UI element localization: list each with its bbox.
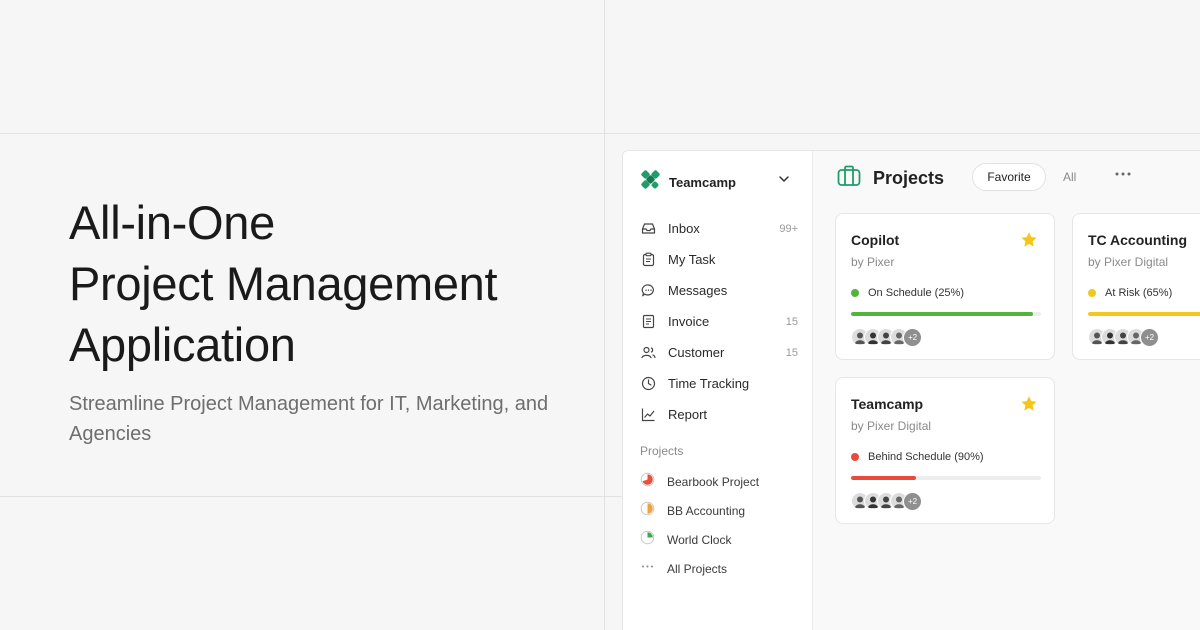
progress-fill	[851, 476, 916, 480]
briefcase-icon	[837, 165, 861, 192]
sidebar-item-label: Inbox	[668, 221, 700, 236]
sidebar-item-label: Time Tracking	[668, 376, 750, 391]
hero-subtitle: Streamline Project Management for IT, Ma…	[69, 393, 549, 445]
star-icon[interactable]	[1020, 231, 1038, 254]
sidebar-project-bearbook[interactable]: Bearbook Project	[640, 467, 800, 496]
projects-main: Projects Favorite All Copilot by Pixer O…	[813, 151, 1200, 630]
inbox-icon	[640, 221, 656, 237]
progress-fill	[851, 312, 1034, 316]
project-card-copilot[interactable]: Copilot by Pixer On Schedule (25%) +2	[835, 213, 1055, 360]
member-avatars[interactable]: +2	[1088, 328, 1159, 347]
projects-section-label: Projects	[640, 444, 684, 458]
project-label: BB Accounting	[667, 503, 746, 518]
app-window: Teamcamp Inbox 99+ My Task Messages Invo…	[622, 150, 1200, 630]
hero-title-line: Project Management	[69, 257, 498, 310]
projects-header: Projects	[837, 165, 944, 192]
tab-favorite[interactable]: Favorite	[972, 163, 1046, 191]
project-list: Bearbook Project BB Accounting World Clo…	[640, 467, 800, 583]
project-label: World Clock	[667, 532, 732, 547]
hero-title: All-in-One Project Management Applicatio…	[69, 192, 589, 375]
sidebar-item-label: Messages	[668, 283, 728, 298]
sidebar-item-customer[interactable]: Customer 15	[640, 337, 800, 368]
sidebar-item-label: My Task	[668, 252, 716, 267]
status-text: At Risk (65%)	[1105, 287, 1173, 299]
project-card-owner: by Pixer Digital	[851, 419, 932, 433]
sidebar: Teamcamp Inbox 99+ My Task Messages Invo…	[623, 151, 813, 630]
project-card-title: TC Accounting	[1088, 232, 1188, 248]
sidebar-item-inbox[interactable]: Inbox 99+	[640, 213, 800, 244]
sidebar-project-bb-accounting[interactable]: BB Accounting	[640, 496, 800, 525]
project-card-title: Copilot	[851, 232, 900, 248]
divider-vertical	[604, 0, 605, 630]
teamcamp-logo-icon	[640, 169, 661, 195]
workspace-name: Teamcamp	[669, 174, 736, 190]
more-members-badge: +2	[903, 328, 922, 347]
hero-title-line: All-in-One	[69, 196, 275, 249]
sidebar-nav: Inbox 99+ My Task Messages Invoice 15 Cu…	[640, 213, 800, 430]
progress-ring-icon	[640, 472, 655, 492]
sidebar-item-invoice[interactable]: Invoice 15	[640, 306, 800, 337]
clipboard-icon	[640, 252, 656, 268]
project-status: At Risk (65%)	[1088, 287, 1172, 299]
progress-ring-icon	[640, 530, 655, 550]
sidebar-item-messages[interactable]: Messages	[640, 275, 800, 306]
project-label: All Projects	[667, 561, 728, 576]
progress-bar	[1088, 312, 1200, 316]
status-dot	[851, 289, 859, 297]
sidebar-item-label: Report	[668, 407, 708, 422]
sidebar-item-report[interactable]: Report	[640, 399, 800, 430]
clock-icon	[640, 376, 656, 392]
member-avatars[interactable]: +2	[851, 328, 922, 347]
customer-count: 15	[785, 346, 798, 359]
progress-fill	[1088, 312, 1200, 316]
chevron-down-icon[interactable]	[777, 172, 791, 191]
more-members-badge: +2	[903, 492, 922, 511]
project-card-title: Teamcamp	[851, 396, 924, 412]
inbox-count: 99+	[779, 222, 798, 235]
project-card-teamcamp[interactable]: Teamcamp by Pixer Digital Behind Schedul…	[835, 377, 1055, 524]
project-status: Behind Schedule (90%)	[851, 451, 984, 463]
more-horizontal-icon	[640, 559, 655, 579]
sidebar-item-label: Customer	[668, 345, 725, 360]
users-icon	[640, 345, 656, 361]
project-label: Bearbook Project	[667, 474, 760, 489]
invoice-count: 15	[785, 315, 798, 328]
member-avatars[interactable]: +2	[851, 492, 922, 511]
more-members-badge: +2	[1140, 328, 1159, 347]
sidebar-project-world-clock[interactable]: World Clock	[640, 525, 800, 554]
sidebar-item-time-tracking[interactable]: Time Tracking	[640, 368, 800, 399]
chat-icon	[640, 283, 656, 299]
progress-ring-icon	[640, 501, 655, 521]
star-icon[interactable]	[1020, 395, 1038, 418]
chart-icon	[640, 407, 656, 423]
status-dot	[851, 453, 859, 461]
divider-top	[0, 133, 1200, 134]
project-card-tc-accounting[interactable]: TC Accounting by Pixer Digital At Risk (…	[1072, 213, 1200, 360]
page-title: Projects	[873, 168, 945, 188]
project-card-owner: by Pixer Digital	[1088, 255, 1169, 269]
status-text: Behind Schedule (90%)	[868, 451, 984, 463]
progress-bar	[851, 312, 1041, 316]
sidebar-project-all[interactable]: All Projects	[640, 554, 800, 583]
sidebar-item-my-task[interactable]: My Task	[640, 244, 800, 275]
project-card-owner: by Pixer	[851, 255, 895, 269]
document-icon	[640, 314, 656, 330]
progress-bar	[851, 476, 1041, 480]
status-text: On Schedule (25%)	[868, 287, 964, 299]
project-status: On Schedule (25%)	[851, 287, 964, 299]
status-dot	[1088, 289, 1096, 297]
sidebar-item-label: Invoice	[668, 314, 710, 329]
more-options-icon[interactable]	[1113, 167, 1133, 184]
hero-title-line: Application	[69, 318, 296, 371]
tab-all[interactable]: All	[1063, 170, 1076, 184]
hero: All-in-One Project Management Applicatio…	[69, 192, 589, 449]
workspace-switcher[interactable]: Teamcamp	[640, 169, 736, 195]
